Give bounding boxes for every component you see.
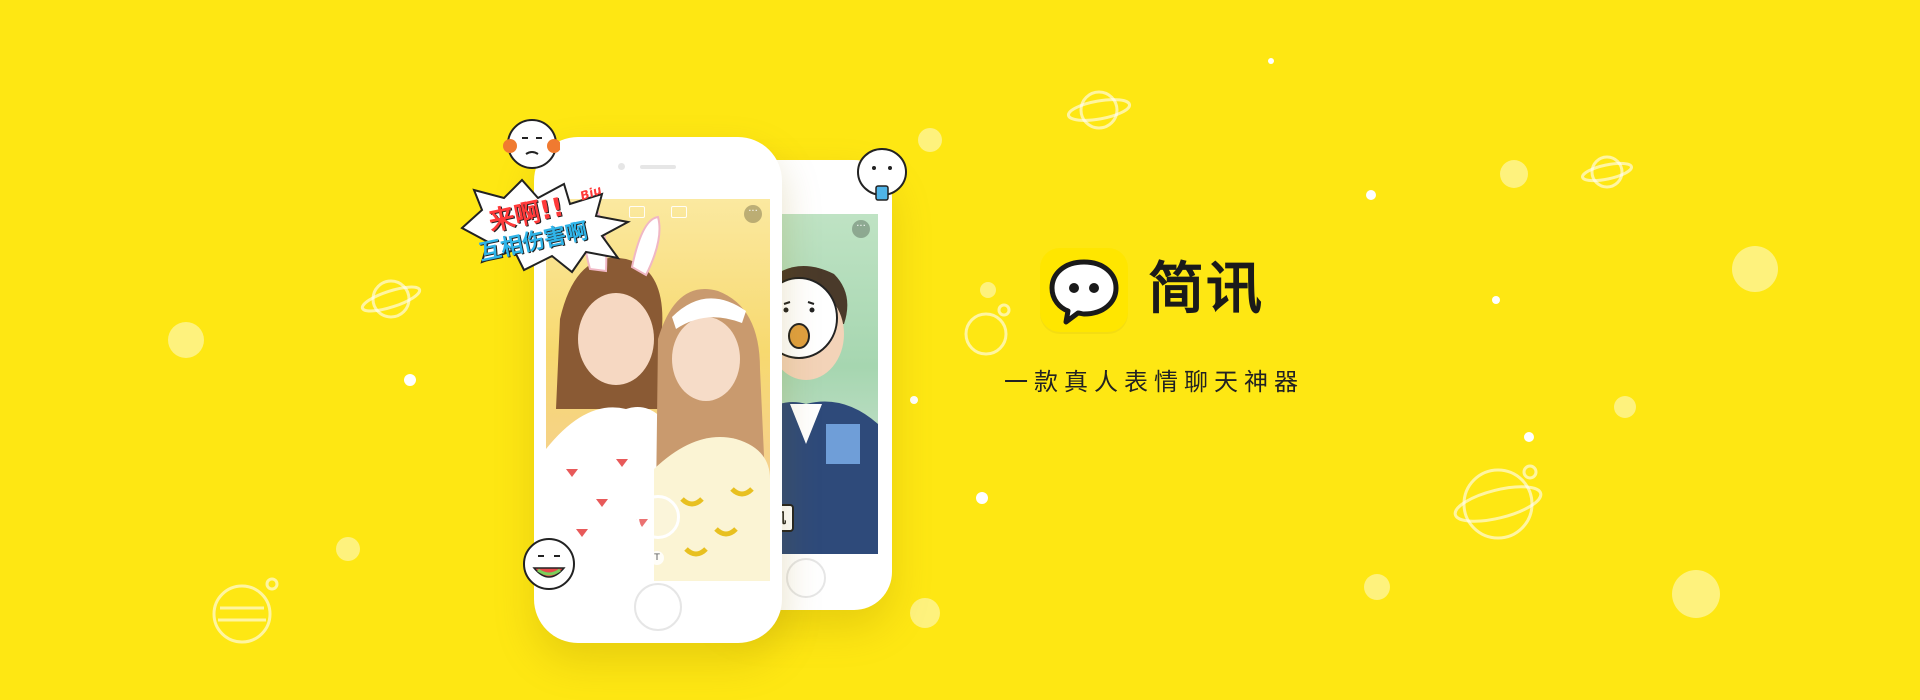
slogan: 一款真人表情聊天神器 <box>1004 368 1304 396</box>
planet-icon <box>360 279 422 319</box>
app-name: 简讯 <box>1148 257 1264 322</box>
promo-banner: ··· 老司机 ··· <box>0 0 1920 700</box>
decor-dot <box>910 598 940 628</box>
decor-dot <box>910 396 918 404</box>
emoji-face-icon <box>523 538 575 590</box>
planet-icon <box>1453 464 1543 540</box>
decor-dot <box>1366 190 1376 200</box>
decor-dot <box>980 282 996 298</box>
planet-icon <box>1066 90 1132 130</box>
comic-burst-sticker: 来啊!! 互相伤害啊 Biu <box>452 176 632 276</box>
decor-dot <box>336 537 360 561</box>
planet-icon <box>964 303 1011 356</box>
shutter-button[interactable] <box>636 495 680 539</box>
emoji-face-icon <box>857 148 907 201</box>
front-camera <box>618 163 625 170</box>
text-tool-icon[interactable]: T <box>650 551 664 565</box>
home-button <box>634 583 682 631</box>
decor-dot <box>1672 570 1720 618</box>
decor-dot <box>1492 296 1500 304</box>
chat-bubble-icon <box>1049 259 1119 325</box>
planet-icon <box>1581 155 1633 189</box>
brand-lockup: 简讯 <box>1040 248 1264 332</box>
more-icon[interactable]: ··· <box>852 220 870 238</box>
speaker <box>640 165 676 169</box>
app-icon <box>1040 248 1128 332</box>
decor-dot <box>1364 574 1390 600</box>
decor-dot <box>1500 160 1528 188</box>
emoji-face-icon <box>503 119 560 169</box>
planet-icon <box>212 577 279 644</box>
decor-dot <box>1614 396 1636 418</box>
decor-dot <box>976 492 988 504</box>
decor-dot <box>1524 432 1534 442</box>
decor-dot <box>404 374 416 386</box>
decor-dot <box>1268 58 1274 64</box>
decor-dot <box>168 322 204 358</box>
decor-dot <box>918 128 942 152</box>
home-button <box>786 558 826 598</box>
decor-dot <box>1732 246 1778 292</box>
